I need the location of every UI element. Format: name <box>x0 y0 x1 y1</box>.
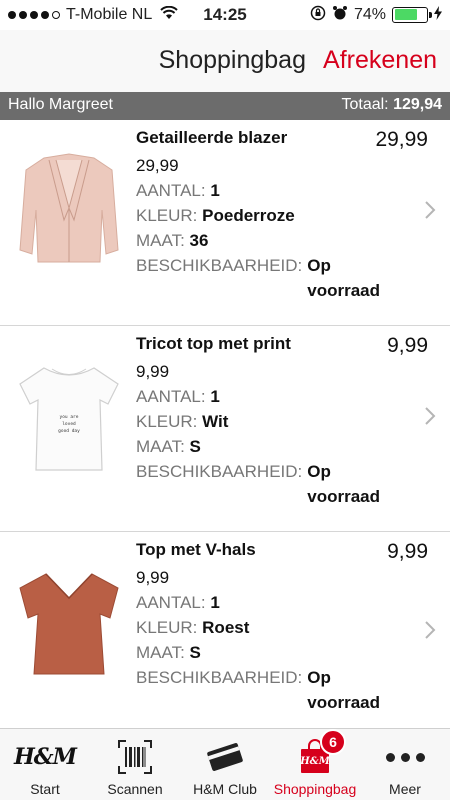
hm-logo-icon: H&M <box>0 737 90 777</box>
product-line-price: 29,99 <box>375 128 428 151</box>
quantity-value: 1 <box>210 181 220 200</box>
product-unit-price: 9,99 <box>136 568 170 587</box>
tab-label: Meer <box>389 781 421 797</box>
checkout-button[interactable]: Afrekenen <box>323 46 437 75</box>
navigation-header: Shoppingbag Afrekenen <box>0 30 450 92</box>
bag-logo-text: H&M <box>300 756 330 767</box>
product-unit-price: 9,99 <box>136 362 170 381</box>
availability-value: Op voorraad <box>307 668 381 712</box>
cart-count-badge: 6 <box>320 729 346 755</box>
tshirt-print-text: you are loved good day <box>48 414 90 435</box>
tab-scannen[interactable]: Scannen <box>90 729 180 800</box>
size-label: MAAT: <box>136 231 185 250</box>
alarm-icon <box>332 5 348 24</box>
availability-label: BESCHIKBAARHEID: <box>136 256 303 275</box>
greeting-text: Hallo Margreet <box>8 96 113 113</box>
product-name: Tricot top met print <box>136 334 291 353</box>
product-line-price: 9,99 <box>387 334 428 357</box>
barcode-icon <box>90 737 180 777</box>
charging-bolt-icon <box>434 6 442 23</box>
print-line: good day <box>58 429 80 434</box>
color-value: Roest <box>202 618 250 637</box>
tab-bar: H&M Start Scannen H&M Club H&M 6 Shoppin… <box>0 728 450 800</box>
size-label: MAAT: <box>136 643 185 662</box>
size-value: 36 <box>189 231 209 250</box>
shopping-bag-icon: H&M <box>270 737 360 777</box>
quantity-label: AANTAL: <box>136 593 206 612</box>
tab-label: Shoppingbag <box>273 781 357 797</box>
product-name: Getailleerde blazer <box>136 128 288 147</box>
color-label: KLEUR: <box>136 618 198 637</box>
tab-label: Scannen <box>107 781 163 797</box>
quantity-value: 1 <box>210 593 220 612</box>
battery-fill <box>394 9 418 20</box>
product-unit-price: 29,99 <box>136 156 179 175</box>
battery-icon <box>392 6 432 23</box>
orientation-lock-icon <box>310 5 326 24</box>
product-line-price: 9,99 <box>387 540 428 563</box>
tab-shoppingbag[interactable]: H&M 6 Shoppingbag <box>270 729 360 800</box>
print-line: loved <box>62 422 76 427</box>
total-label: Totaal: <box>341 96 389 113</box>
product-details: 29,99 AANTAL: 1 KLEUR: Poederroze MAAT: … <box>136 153 397 303</box>
product-details: 9,99 AANTAL: 1 KLEUR: Wit MAAT: S BESCHI… <box>136 359 397 509</box>
blazer-image <box>14 150 124 270</box>
status-bar: T-Mobile NL 14:25 74% <box>0 0 450 30</box>
tab-label: H&M Club <box>193 781 257 797</box>
chevron-right-icon[interactable] <box>424 196 436 227</box>
availability-value: Op voorraad <box>307 256 381 300</box>
more-icon <box>360 737 450 777</box>
color-label: KLEUR: <box>136 412 198 431</box>
product-name: Top met V-hals <box>136 540 256 559</box>
total-amount: Totaal: 129,94 <box>341 96 442 114</box>
product-row[interactable]: Getailleerde blazer 29,99 29,99 AANTAL: … <box>0 120 450 326</box>
chevron-right-icon[interactable] <box>424 402 436 433</box>
color-value: Wit <box>202 412 229 431</box>
battery-percentage: 74% <box>353 5 386 23</box>
status-right: 74% <box>310 5 442 24</box>
quantity-label: AANTAL: <box>136 181 206 200</box>
print-line: you are <box>59 415 79 420</box>
size-value: S <box>189 643 201 662</box>
tab-start[interactable]: H&M Start <box>0 729 90 800</box>
page-title: Shoppingbag <box>158 46 306 74</box>
quantity-value: 1 <box>210 387 220 406</box>
availability-label: BESCHIKBAARHEID: <box>136 462 303 481</box>
chevron-right-icon[interactable] <box>424 616 436 647</box>
size-value: S <box>189 437 201 456</box>
color-label: KLEUR: <box>136 206 198 225</box>
card-icon <box>180 737 270 777</box>
product-row[interactable]: you are loved good day Tricot top met pr… <box>0 326 450 532</box>
tab-label: Start <box>30 781 60 797</box>
vneck-top-image <box>14 562 124 682</box>
availability-value: Op voorraad <box>307 462 381 506</box>
quantity-label: AANTAL: <box>136 387 206 406</box>
hm-logo-text: H&M <box>13 744 77 770</box>
color-value: Poederroze <box>202 206 295 225</box>
product-details: 9,99 AANTAL: 1 KLEUR: Roest MAAT: S BESC… <box>136 565 397 715</box>
size-label: MAAT: <box>136 437 185 456</box>
availability-label: BESCHIKBAARHEID: <box>136 668 303 687</box>
tab-hm-club[interactable]: H&M Club <box>180 729 270 800</box>
tshirt-print-image: you are loved good day <box>14 356 124 476</box>
total-value: 129,94 <box>393 96 442 113</box>
tab-meer[interactable]: Meer <box>360 729 450 800</box>
greeting-bar: Hallo Margreet Totaal: 129,94 <box>0 92 450 120</box>
product-row[interactable]: Top met V-hals 9,99 9,99 AANTAL: 1 KLEUR… <box>0 532 450 738</box>
